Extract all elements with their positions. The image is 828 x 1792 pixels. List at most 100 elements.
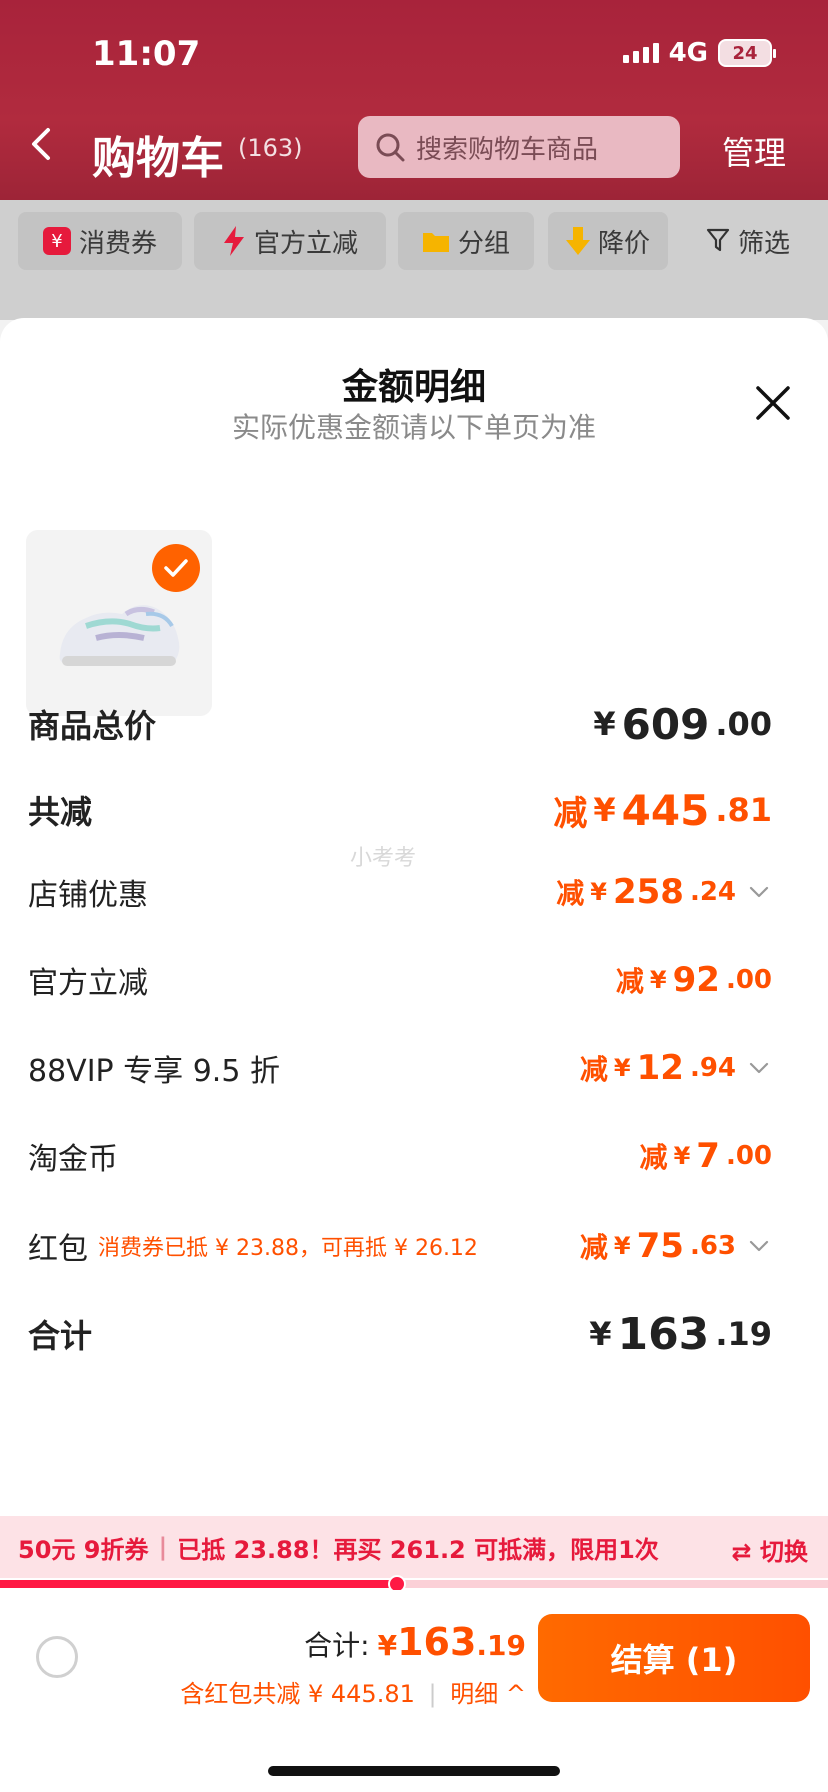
promo-separator: | bbox=[158, 1533, 168, 1561]
battery-icon: 24 bbox=[718, 39, 776, 67]
amount-integer: 609 bbox=[621, 699, 710, 749]
total-line: 合计: ¥163.19 bbox=[304, 1620, 526, 1664]
folder-icon bbox=[422, 233, 449, 252]
detail-toggle[interactable]: 明细 ^ bbox=[450, 1680, 526, 1708]
row-vip-discount[interactable]: 88VIP 专享 9.5 折 减 ¥12.94 bbox=[28, 1040, 772, 1096]
currency-symbol: ¥ bbox=[593, 705, 616, 743]
filter-label: 分组 bbox=[457, 228, 510, 259]
signal-icon bbox=[622, 43, 659, 63]
discount-summary: 含红包共减 ¥ 445.81 | 明细 ^ bbox=[180, 1674, 526, 1709]
amount-decimal: .00 bbox=[725, 965, 772, 995]
amount-decimal: .94 bbox=[689, 1053, 736, 1083]
filter-label: 官方立减 bbox=[253, 228, 358, 259]
switch-coupon-button[interactable]: ⇄ 切换 bbox=[732, 1532, 808, 1567]
select-all-radio[interactable] bbox=[36, 1636, 78, 1678]
reduce-prefix: 减 bbox=[553, 793, 588, 834]
row-label: 商品总价 bbox=[28, 707, 157, 745]
amount-decimal: .00 bbox=[725, 1141, 772, 1171]
row-label: 淘金币 bbox=[28, 1142, 118, 1177]
filter-group[interactable]: 分组 bbox=[398, 212, 534, 270]
close-icon[interactable] bbox=[752, 382, 794, 424]
manage-button[interactable]: 管理 bbox=[722, 128, 786, 174]
amount-decimal: .19 bbox=[476, 1629, 526, 1662]
currency-symbol: ¥ bbox=[593, 791, 616, 829]
product-thumbnail[interactable] bbox=[26, 530, 212, 716]
cart-count: (163) bbox=[238, 134, 303, 162]
amount-decimal: .00 bbox=[715, 705, 772, 743]
promo-coupon-name: 50元 9折券 bbox=[18, 1535, 149, 1564]
row-label: 共减 bbox=[28, 793, 93, 831]
status-time: 11:07 bbox=[92, 34, 201, 74]
row-amount: 减 ¥92.00 bbox=[616, 960, 772, 1000]
row-amount: 减 ¥75.63 bbox=[580, 1226, 772, 1266]
summary-separator: | bbox=[428, 1680, 437, 1708]
back-button[interactable] bbox=[28, 124, 54, 174]
search-icon bbox=[376, 133, 405, 162]
row-label: 88VIP 专享 9.5 折 bbox=[28, 1054, 280, 1089]
filter-button[interactable]: 筛选 bbox=[680, 212, 816, 270]
search-placeholder: 搜索购物车商品 bbox=[416, 134, 599, 165]
amount-decimal: .24 bbox=[689, 877, 736, 907]
row-amount: 减 ¥7.00 bbox=[640, 1136, 772, 1176]
reduce-prefix: 减 bbox=[639, 1141, 668, 1174]
coupon-promo-strip: 50元 9折券 | 已抵 23.88！再买 261.2 可抵满，限用1次 ⇄ 切… bbox=[0, 1516, 828, 1578]
chevron-left-icon bbox=[32, 128, 50, 160]
currency-symbol: ¥ bbox=[649, 966, 667, 994]
amount-integer: 163 bbox=[617, 1308, 710, 1360]
filter-official-cut[interactable]: 官方立减 bbox=[194, 212, 386, 270]
amount-integer: 258 bbox=[612, 872, 684, 912]
checkout-bar: 合计: ¥163.19 含红包共减 ¥ 445.81 | 明细 ^ 结算 (1) bbox=[0, 1590, 828, 1792]
filter-price-down[interactable]: 降价 bbox=[548, 212, 668, 270]
discount-summary-text: 含红包共减 ¥ 445.81 bbox=[180, 1680, 415, 1708]
reduce-prefix: 减 bbox=[579, 1053, 608, 1086]
search-input[interactable]: 搜索购物车商品 bbox=[358, 116, 680, 178]
total-label: 合计: bbox=[304, 1629, 370, 1662]
filter-label: 筛选 bbox=[737, 228, 790, 259]
row-label: 店铺优惠 bbox=[28, 878, 148, 913]
total-amount: ¥163.19 bbox=[378, 1620, 526, 1664]
currency-symbol: ¥ bbox=[377, 1629, 398, 1662]
checkout-button[interactable]: 结算 (1) bbox=[538, 1614, 810, 1702]
amount-integer: 163 bbox=[397, 1620, 477, 1664]
currency-symbol: ¥ bbox=[590, 878, 607, 906]
sheet-title: 金额明细 bbox=[341, 367, 486, 408]
coupon-icon: ¥ bbox=[42, 227, 71, 255]
filter-coupon[interactable]: ¥ 消费券 bbox=[18, 212, 182, 270]
row-red-packet[interactable]: 红包 消费券已抵 ¥ 23.88，可再抵 ¥ 26.12 减 ¥75.63 bbox=[28, 1218, 772, 1274]
chevron-down-icon[interactable] bbox=[746, 879, 772, 905]
row-label: 官方立减 bbox=[28, 966, 148, 1001]
amount-integer: 7 bbox=[696, 1136, 720, 1176]
row-gold-coin: 淘金币 减 ¥7.00 bbox=[28, 1128, 772, 1184]
currency-symbol: ¥ bbox=[613, 1232, 631, 1260]
amount-integer: 12 bbox=[636, 1048, 684, 1088]
network-label: 4G bbox=[668, 38, 708, 68]
checked-icon[interactable] bbox=[152, 544, 200, 592]
chevron-down-icon[interactable] bbox=[746, 1055, 772, 1081]
row-official-cut: 官方立减 减 ¥92.00 bbox=[28, 952, 772, 1008]
amount-integer: 445 bbox=[621, 785, 710, 835]
red-packet-label-group: 红包 消费券已抵 ¥ 23.88，可再抵 ¥ 26.12 bbox=[28, 1224, 478, 1268]
sheet-subtitle: 实际优惠金额请以下单页为准 bbox=[231, 411, 596, 444]
reduce-prefix: 减 bbox=[579, 1231, 608, 1264]
amount-integer: 75 bbox=[636, 1226, 684, 1266]
home-indicator bbox=[268, 1766, 560, 1776]
row-shop-discount[interactable]: 店铺优惠 减 ¥258.24 bbox=[28, 864, 772, 920]
checkmark-icon bbox=[164, 559, 188, 577]
currency-symbol: ¥ bbox=[673, 1142, 691, 1170]
amount-integer: 92 bbox=[672, 960, 720, 1000]
currency-symbol: ¥ bbox=[613, 1054, 631, 1082]
coupon-progress-fill bbox=[0, 1580, 398, 1588]
battery-level: 24 bbox=[732, 42, 758, 64]
amount-decimal: .81 bbox=[715, 791, 772, 829]
chevron-down-icon[interactable] bbox=[746, 1233, 772, 1259]
lightning-icon bbox=[223, 226, 244, 256]
amount-decimal: .19 bbox=[715, 1315, 772, 1353]
row-amount: ¥163.19 bbox=[589, 1309, 772, 1360]
promo-detail: 已抵 23.88！再买 261.2 可抵满，限用1次 bbox=[177, 1535, 659, 1564]
funnel-icon bbox=[706, 228, 730, 252]
page-title: 购物车 bbox=[92, 133, 224, 184]
row-label: 红包 bbox=[28, 1232, 88, 1267]
filter-label: 消费券 bbox=[78, 228, 157, 259]
red-packet-note: 消费券已抵 ¥ 23.88，可再抵 ¥ 26.12 bbox=[98, 1236, 478, 1261]
amount-decimal: .63 bbox=[689, 1231, 736, 1261]
